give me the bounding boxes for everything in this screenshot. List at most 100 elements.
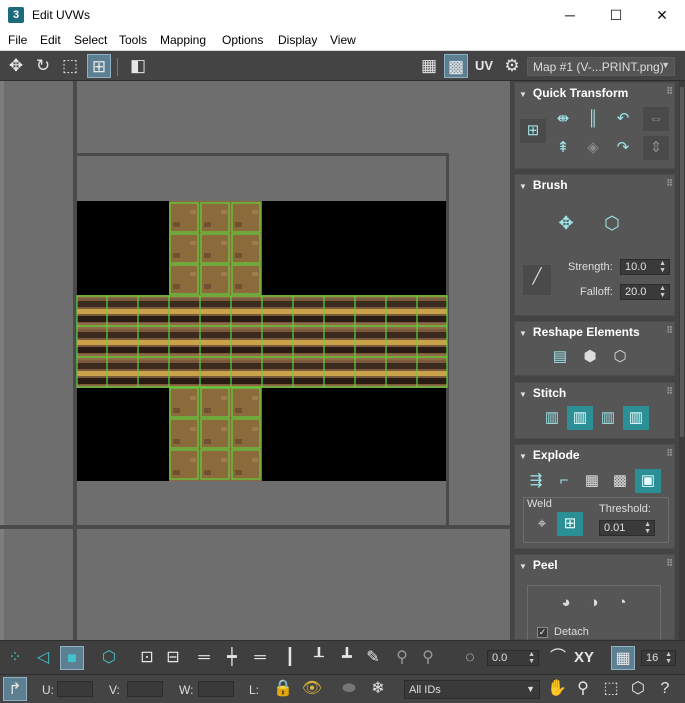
menu-view[interactable]: View [330,33,356,47]
ring-shrink-icon[interactable]: ═ [248,646,272,670]
falloff-curve-icon[interactable]: ⌒ [546,646,570,670]
menu-select[interactable]: Select [74,33,107,47]
xy-toggle[interactable]: XY [572,646,596,670]
stitch-to-target-icon[interactable]: ▥ [623,406,649,430]
paint-grow-icon[interactable]: ⚲ [390,646,414,670]
menu-options[interactable]: Options [222,33,263,47]
menu-display[interactable]: Display [278,33,317,47]
break-by-uv-icon[interactable]: ▩ [607,469,633,493]
brush-falloff-icon[interactable]: ╱ [523,265,551,295]
space-horizontal-icon[interactable]: ⇔ [643,107,669,131]
loop-uv-icon[interactable]: ┃ [278,646,302,670]
align-vertical-icon[interactable]: ⇞ [550,136,576,160]
lock-icon[interactable]: 🔒 [271,677,295,701]
rollout-header[interactable]: ▼ Reshape Elements ⠿ [515,322,676,342]
spinner-arrows-icon[interactable]: ▲ ▼ [644,521,651,535]
grow-selection-icon[interactable]: ⊡ [135,646,159,670]
polygon-mode-icon[interactable]: ■ [60,646,84,670]
side-panel-scrollbar[interactable] [679,81,685,640]
w-field[interactable] [198,681,234,697]
menu-edit[interactable]: Edit [40,33,61,47]
peel-mode-icon[interactable]: ◑ [581,591,607,615]
map-dropdown[interactable]: Map #1 (V-...PRINT.png) ▼ [527,57,675,76]
weld-target-icon[interactable]: ⌖ [529,512,555,536]
paint-select-icon[interactable]: ✎ [361,646,385,670]
spinner-arrows-icon[interactable]: ▲ ▼ [659,260,666,274]
rollout-header[interactable]: ▼ Brush ⠿ [515,175,676,195]
grid-spinner[interactable]: 16 ▲ ▼ [641,650,676,666]
vertex-mode-icon[interactable]: ⁘ [3,646,27,670]
maximize-button[interactable]: ☐ [593,0,639,30]
break-by-smoothing-icon[interactable]: ⌐ [551,469,577,493]
shrink-selection-icon[interactable]: ⊟ [161,646,185,670]
freeform-icon[interactable]: ⊞ [87,54,111,78]
uv-mesh[interactable] [0,81,510,640]
menu-tools[interactable]: Tools [119,33,147,47]
relax-icon[interactable]: ⬢ [577,345,603,369]
scale-icon[interactable]: ⬚ [58,54,82,78]
weld-selected-icon[interactable]: ⊞ [557,512,583,536]
align-horizontal-icon[interactable]: ⇼ [550,107,576,131]
relax-brush-icon[interactable]: ⬡ [599,211,625,235]
show-hidden-icon[interactable]: 👁 [300,677,324,701]
soft-selection-icon[interactable]: ◌ [458,646,482,670]
break-by-hard-edges-icon[interactable]: ▣ [635,469,661,493]
angle-spinner[interactable]: 0.0 ▲ ▼ [487,650,539,666]
zoom-extents-icon[interactable]: ⬡ [626,677,650,701]
paint-shrink-icon[interactable]: ⚲ [416,646,440,670]
reset-peel-icon[interactable]: ◔ [609,591,635,615]
grid-snap-icon[interactable]: ▦ [611,646,635,670]
u-field[interactable] [57,681,93,697]
scrollbar-thumb[interactable] [680,87,684,437]
absolute-offset-icon[interactable]: ↱ [3,677,27,701]
relax-settings-icon[interactable]: ⬡ [607,345,633,369]
rollout-header[interactable]: ▼ Peel ⠿ [515,555,676,575]
space-vertical-dim-icon[interactable]: ⇕ [643,136,669,160]
spinner-arrows-icon[interactable]: ▲ ▼ [659,285,666,299]
space-vertical-icon[interactable]: ║ [580,107,606,131]
detach-checkbox[interactable]: ✓ [537,627,548,638]
rollout-header[interactable]: ▼ Explode ⠿ [515,445,676,465]
zoom-region-icon[interactable]: ⬚ [599,677,623,701]
rotate-ccw-icon[interactable]: ↶ [610,107,636,131]
help-icon[interactable]: ? [653,677,677,701]
quick-transform-freeform-icon[interactable]: ⊞ [520,119,546,143]
stitch-average-icon[interactable]: ▥ [595,406,621,430]
quick-peel-icon[interactable]: ◕ [553,591,579,615]
uv-viewport[interactable] [0,81,510,640]
align-grid-icon[interactable]: ◈ [580,136,606,160]
rotate-cw-icon[interactable]: ↷ [610,136,636,160]
stitch-custom-icon[interactable]: ▥ [539,406,565,430]
freeze-icon[interactable]: ❄ [366,677,390,701]
strength-spinner[interactable]: 10.0 ▲ ▼ [620,259,670,275]
rollout-header[interactable]: ▼ Quick Transform ⠿ [515,83,676,103]
straighten-icon[interactable]: ▤ [547,345,573,369]
menu-file[interactable]: File [8,33,27,47]
hide-icon[interactable]: ⬬ [337,677,361,701]
threshold-spinner[interactable]: 0.01 ▲ ▼ [599,520,655,536]
mirror-icon[interactable]: ◧ [126,54,150,78]
stitch-to-source-icon[interactable]: ▥ [567,406,593,430]
close-button[interactable]: ✕ [639,0,685,30]
spinner-arrows-icon[interactable]: ▲ ▼ [665,651,672,665]
element-mode-icon[interactable]: ⬡ [97,646,121,670]
rotate-icon[interactable]: ↻ [31,54,55,78]
ids-dropdown[interactable]: All IDs ▼ [404,680,540,699]
break-by-material-icon[interactable]: ▦ [579,469,605,493]
spinner-arrows-icon[interactable]: ▲ ▼ [528,651,535,665]
zoom-icon[interactable]: ⚲ [571,677,595,701]
edge-ring-icon[interactable]: ┻ [335,646,359,670]
paint-move-icon[interactable]: ✥ [553,211,579,235]
edge-loop-icon[interactable]: ┸ [307,646,331,670]
loop-icon[interactable]: ═ [192,646,216,670]
ring-icon[interactable]: ┿ [220,646,244,670]
checker-off-icon[interactable]: ▦ [417,54,441,78]
uv-toggle[interactable]: UV [472,54,496,78]
map-settings-icon[interactable]: ⚙ [500,54,524,78]
break-by-polygon-icon[interactable]: ⇶ [523,469,549,493]
minimize-button[interactable]: ─ [547,0,593,30]
falloff-spinner[interactable]: 20.0 ▲ ▼ [620,284,670,300]
v-field[interactable] [127,681,163,697]
move-icon[interactable]: ✥ [4,54,28,78]
rollout-header[interactable]: ▼ Stitch ⠿ [515,383,676,403]
